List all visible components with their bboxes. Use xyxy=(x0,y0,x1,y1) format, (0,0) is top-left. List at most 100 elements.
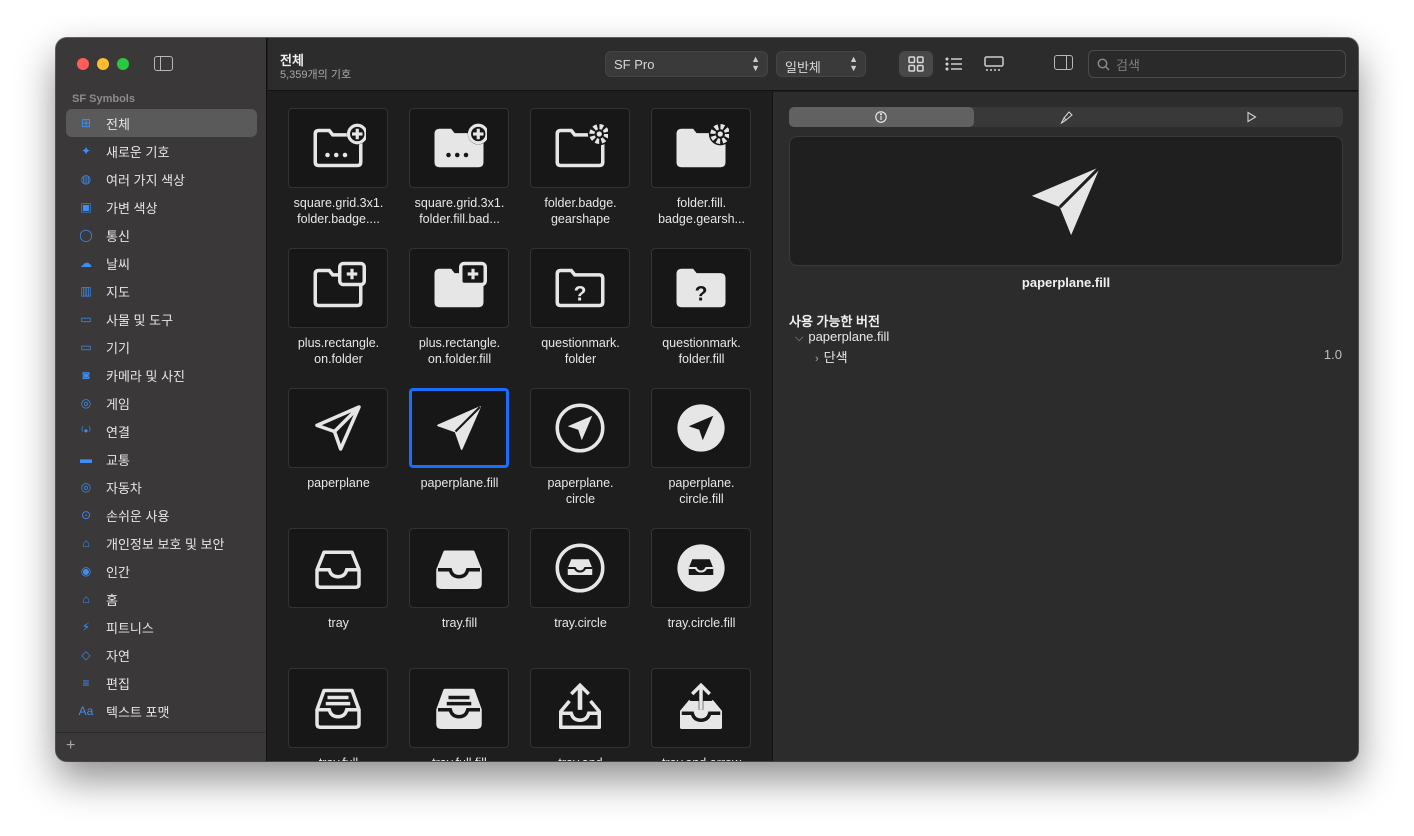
symbol-cell[interactable]: square.grid.3x1. folder.fill.bad... xyxy=(389,108,510,238)
minimize-window-button[interactable] xyxy=(97,58,109,70)
paintpalette-icon: ◍ xyxy=(80,172,92,186)
symbol-tile[interactable] xyxy=(409,388,509,468)
sidebar-item-label: 통신 xyxy=(106,228,130,244)
gallery-view-button[interactable] xyxy=(977,51,1011,77)
paintbrush-icon xyxy=(1059,110,1073,124)
sidebar-item[interactable]: ◍ 여러 가지 색상 xyxy=(66,165,257,193)
list-view-button[interactable] xyxy=(937,51,971,77)
symbol-cell[interactable]: paperplane. circle.fill xyxy=(631,388,752,518)
symbol-cell[interactable]: tray.and xyxy=(510,668,631,761)
sidebar-item[interactable]: ⌂ 개인정보 보호 및 보안 xyxy=(66,529,257,557)
symbol-tile[interactable] xyxy=(409,668,509,748)
steering-wheel-icon: ◎ xyxy=(80,480,92,494)
symbol-cell[interactable]: square.grid.3x1. folder.badge.... xyxy=(268,108,389,238)
sidebar-item[interactable]: ◙ 카메라 및 사진 xyxy=(66,361,257,389)
tray-full-fill-icon xyxy=(431,680,487,736)
sidebar-item-label: 개인정보 보호 및 보안 xyxy=(106,536,225,552)
symbol-caption: paperplane xyxy=(307,476,370,490)
sidebar-item[interactable]: ◎ 자동차 xyxy=(66,473,257,501)
symbol-cell[interactable]: folder.fill. badge.gearsh... xyxy=(631,108,752,238)
sidebar-item[interactable]: ▣ 가변 색상 xyxy=(66,193,257,221)
sidebar-item-label: 피트니스 xyxy=(106,620,154,636)
symbol-cell[interactable]: tray.full.fill xyxy=(389,668,510,761)
weight-select[interactable]: 일반체 ▲ ▼ xyxy=(776,51,866,77)
symbol-tile[interactable] xyxy=(288,108,388,188)
info-icon xyxy=(875,111,888,123)
symbol-tile[interactable] xyxy=(651,388,751,468)
search-field[interactable]: 검색 xyxy=(1088,50,1346,78)
symbol-caption: paperplane. circle xyxy=(547,476,614,506)
sidebar-item[interactable]: ☁ 날씨 xyxy=(66,249,257,277)
sidebar-item[interactable]: ✦ 새로운 기호 xyxy=(66,137,257,165)
tray-outline-icon xyxy=(310,540,366,596)
version-symbol-row[interactable]: ⌵ paperplane.fill xyxy=(795,329,889,345)
sidebar-item[interactable]: ▥ 지도 xyxy=(66,277,257,305)
symbol-cell[interactable]: paperplane.fill xyxy=(389,388,510,518)
symbol-tile[interactable] xyxy=(288,388,388,468)
add-collection-button[interactable]: + xyxy=(66,737,75,755)
symbol-cell[interactable]: tray xyxy=(268,528,389,658)
sidebar-item[interactable]: ⊙ 손쉬운 사용 xyxy=(66,501,257,529)
symbol-cell[interactable]: plus.rectangle. on.folder.fill xyxy=(389,248,510,378)
sidebar-item-label: 새로운 기호 xyxy=(106,144,170,160)
symbol-tile[interactable] xyxy=(651,528,751,608)
symbol-cell[interactable]: paperplane. circle xyxy=(510,388,631,518)
sidebar-item[interactable]: ▬ 교통 xyxy=(66,445,257,473)
symbol-cell[interactable]: tray.full xyxy=(268,668,389,761)
symbol-cell[interactable]: folder.badge. gearshape xyxy=(510,108,631,238)
symbol-tile[interactable] xyxy=(288,668,388,748)
sidebar-item[interactable]: ⌂ 홈 xyxy=(66,585,257,613)
sidebar-item[interactable]: ◉ 인간 xyxy=(66,557,257,585)
symbol-tile[interactable] xyxy=(288,528,388,608)
symbol-tile[interactable] xyxy=(530,108,630,188)
symbol-cell[interactable]: plus.rectangle. on.folder xyxy=(268,248,389,378)
tab-animation[interactable] xyxy=(1158,107,1343,127)
symbol-cell[interactable]: ? questionmark. folder.fill xyxy=(631,248,752,378)
symbol-tile[interactable] xyxy=(530,528,630,608)
symbol-cell[interactable]: tray.fill xyxy=(389,528,510,658)
sidebar-item[interactable]: ◎ 게임 xyxy=(66,389,257,417)
tab-info[interactable] xyxy=(789,107,974,127)
paperplane-circle-fill-icon xyxy=(673,400,729,456)
folder-icon: ▭ xyxy=(80,312,92,326)
symbol-cell[interactable]: paperplane xyxy=(268,388,389,518)
sidebar-item-label: 여러 가지 색상 xyxy=(106,172,185,188)
inspector-toggle-icon[interactable] xyxy=(1054,55,1073,70)
sidebar-item[interactable]: Aa 텍스트 포맷 xyxy=(66,697,257,725)
grid-view-button[interactable] xyxy=(899,51,933,77)
symbol-tile[interactable]: ? xyxy=(651,248,751,328)
sidebar-toggle-icon[interactable] xyxy=(154,56,173,71)
weight-select-value: 일반체 xyxy=(785,60,821,75)
symbol-tile[interactable]: ? xyxy=(530,248,630,328)
close-window-button[interactable] xyxy=(77,58,89,70)
symbol-tile[interactable] xyxy=(409,108,509,188)
sidebar-item[interactable]: ▭ 기기 xyxy=(66,333,257,361)
sidebar-item[interactable]: ◇ 자연 xyxy=(66,641,257,669)
symbol-cell[interactable]: tray.circle xyxy=(510,528,631,658)
font-select[interactable]: SF Pro ▲ ▼ xyxy=(605,51,768,77)
symbol-tile[interactable] xyxy=(530,668,630,748)
symbol-tile[interactable] xyxy=(288,248,388,328)
sidebar-item[interactable]: ⁽•⁾ 연결 xyxy=(66,417,257,445)
sidebar-item[interactable]: ◯ 통신 xyxy=(66,221,257,249)
sidebar-item[interactable]: ▭ 사물 및 도구 xyxy=(66,305,257,333)
symbol-tile[interactable] xyxy=(409,248,509,328)
symbol-cell[interactable]: tray.and.arrow xyxy=(631,668,752,761)
sidebar-item[interactable]: ⊞ 전체 xyxy=(66,109,257,137)
version-mode-row[interactable]: › 단색 xyxy=(815,347,848,366)
message-icon: ◯ xyxy=(79,228,93,242)
versions-title: 사용 가능한 버전 xyxy=(789,314,880,329)
symbol-tile[interactable] xyxy=(530,388,630,468)
zoom-window-button[interactable] xyxy=(117,58,129,70)
display-icon: ▭ xyxy=(80,340,92,354)
symbol-cell[interactable]: tray.circle.fill xyxy=(631,528,752,658)
sidebar-item[interactable] xyxy=(66,725,257,732)
symbol-tile[interactable] xyxy=(651,668,751,748)
symbol-cell[interactable]: ? questionmark. folder xyxy=(510,248,631,378)
tab-customize[interactable] xyxy=(974,107,1159,127)
sidebar-item[interactable]: ≡ 편집 xyxy=(66,669,257,697)
symbol-tile[interactable] xyxy=(651,108,751,188)
sidebar-item[interactable]: ⚡ 피트니스 xyxy=(66,613,257,641)
gallery-icon xyxy=(984,56,1004,71)
symbol-tile[interactable] xyxy=(409,528,509,608)
